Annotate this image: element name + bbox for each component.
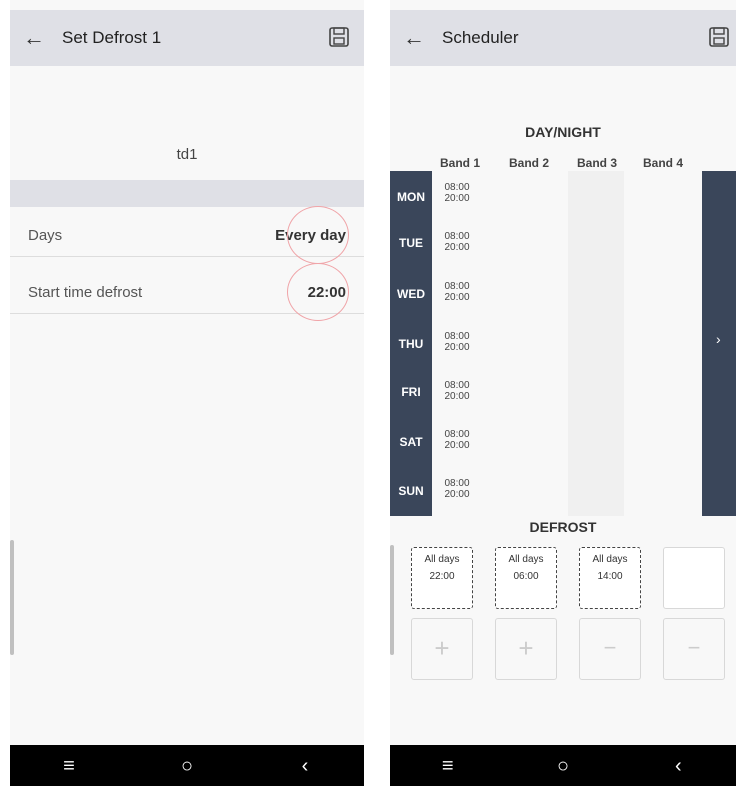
defrost-time: 14:00 <box>597 571 623 582</box>
days-label: Days <box>28 227 63 244</box>
defrost-slot-empty[interactable] <box>663 547 725 609</box>
back-icon[interactable]: ‹ <box>285 756 325 776</box>
end-time: 20:00 <box>444 193 470 204</box>
band1-time-tue[interactable]: 08:00 20:00 <box>439 231 475 253</box>
start-time: 08:00 <box>444 331 470 342</box>
end-time: 20:00 <box>444 342 470 353</box>
band-header: Band 4 <box>643 156 684 170</box>
system-nav-bar: ≡ ○ ‹ <box>10 745 364 786</box>
band1-time-wed[interactable]: 08:00 20:00 <box>439 281 475 303</box>
day-label-thu: THU <box>398 337 424 351</box>
app-bar: ← Scheduler <box>390 10 736 66</box>
day-label-mon: MON <box>397 190 425 204</box>
weekday-column: MON TUE WED THU FRI SAT SUN <box>390 171 432 516</box>
section-divider <box>10 180 364 207</box>
end-time: 20:00 <box>444 292 470 303</box>
band1-time-sat[interactable]: 08:00 20:00 <box>439 429 475 451</box>
start-time: 08:00 <box>444 478 470 489</box>
back-arrow-icon[interactable]: ← <box>10 25 58 51</box>
start-time: 08:00 <box>444 182 470 193</box>
menu-icon[interactable]: ≡ <box>49 756 89 776</box>
defrost-slot[interactable]: All days 14:00 <box>579 547 641 609</box>
system-nav-bar: ≡ ○ ‹ <box>390 745 736 786</box>
start-time: 08:00 <box>444 231 470 242</box>
day-label-fri: FRI <box>401 385 421 399</box>
day-label-sat: SAT <box>399 435 423 449</box>
app-bar: ← Set Defrost 1 <box>10 10 364 66</box>
day-label-wed: WED <box>397 287 425 301</box>
defrost-days: All days <box>508 554 544 565</box>
defrost-days: All days <box>592 554 628 565</box>
day-label-tue: TUE <box>399 236 423 250</box>
start-time-label: Start time defrost <box>28 284 143 301</box>
device-name: td1 <box>176 146 198 163</box>
add-defrost-button[interactable]: + <box>495 618 557 680</box>
remove-defrost-button[interactable]: − <box>663 618 725 680</box>
day-label-sun: SUN <box>398 484 424 498</box>
band-header: Band 2 <box>509 156 550 170</box>
end-time: 20:00 <box>444 440 470 451</box>
band1-time-thu[interactable]: 08:00 20:00 <box>439 331 475 353</box>
day-night-title: DAY/NIGHT <box>525 124 601 140</box>
scheduler-screen: ← Scheduler DAY/NIGHT Band 1 Band 2 Band… <box>390 0 736 786</box>
set-defrost-screen: ← Set Defrost 1 td1 Days Every day Start… <box>10 0 364 786</box>
highlight-circle <box>287 263 349 321</box>
defrost-slot[interactable]: All days 06:00 <box>495 547 557 609</box>
defrost-time: 22:00 <box>429 571 455 582</box>
band-column-shade <box>568 171 624 516</box>
chevron-right-icon: › <box>716 331 721 347</box>
band-header: Band 1 <box>440 156 481 170</box>
next-page-button[interactable]: › <box>702 171 736 516</box>
back-arrow-icon[interactable]: ← <box>390 25 438 51</box>
page-title: Scheduler <box>442 28 519 47</box>
defrost-days: All days <box>424 554 460 565</box>
end-time: 20:00 <box>444 242 470 253</box>
save-icon[interactable] <box>328 26 350 48</box>
start-time: 08:00 <box>444 380 470 391</box>
defrost-title: DEFROST <box>529 519 597 535</box>
page-title: Set Defrost 1 <box>62 28 162 47</box>
add-defrost-button[interactable]: + <box>411 618 473 680</box>
home-icon[interactable]: ○ <box>167 756 207 776</box>
scrollbar[interactable] <box>390 545 394 655</box>
menu-icon[interactable]: ≡ <box>428 756 468 776</box>
end-time: 20:00 <box>444 391 470 402</box>
band1-time-fri[interactable]: 08:00 20:00 <box>439 380 475 402</box>
band-header: Band 3 <box>577 156 618 170</box>
end-time: 20:00 <box>444 489 470 500</box>
band1-time-mon[interactable]: 08:00 20:00 <box>439 182 475 204</box>
start-time: 08:00 <box>444 429 470 440</box>
highlight-circle <box>287 206 349 264</box>
scrollbar[interactable] <box>10 540 14 655</box>
band1-time-sun[interactable]: 08:00 20:00 <box>439 478 475 500</box>
start-time: 08:00 <box>444 281 470 292</box>
remove-defrost-button[interactable]: − <box>579 618 641 680</box>
save-icon[interactable] <box>708 26 730 48</box>
defrost-time: 06:00 <box>513 571 539 582</box>
back-icon[interactable]: ‹ <box>658 756 698 776</box>
defrost-slot[interactable]: All days 22:00 <box>411 547 473 609</box>
home-icon[interactable]: ○ <box>543 756 583 776</box>
